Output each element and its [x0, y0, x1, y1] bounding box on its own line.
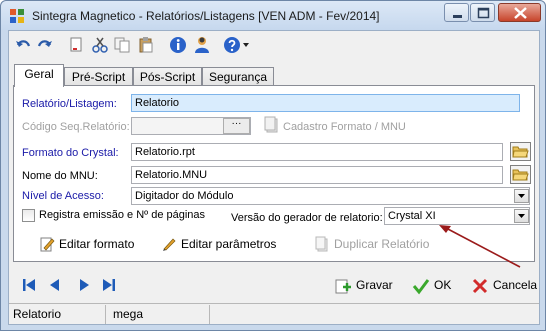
maximize-icon	[477, 7, 490, 19]
mnu-label: Nome do MNU:	[22, 170, 98, 182]
toolbar	[9, 31, 539, 59]
nivel-select[interactable]: Digitador do Módulo	[131, 187, 530, 205]
ok-label: OK	[434, 278, 452, 292]
mnu-input[interactable]: Relatorio.MNU	[131, 166, 503, 184]
close-button[interactable]	[498, 3, 541, 22]
tab-pos-script[interactable]: Pós-Script	[133, 67, 202, 86]
title-bar[interactable]: Sintegra Magnetico - Relatórios/Listagen…	[1, 1, 545, 30]
tab-geral-label: Geral	[24, 67, 54, 81]
gravar-button[interactable]: Gravar	[334, 274, 394, 296]
cadastro-formato-link: Cadastro Formato / MNU	[283, 121, 406, 133]
nivel-dropdown-button[interactable]	[514, 189, 529, 203]
tab-pos-script-label: Pós-Script	[139, 70, 196, 84]
duplicar-relatorio-label: Duplicar Relatório	[334, 237, 430, 251]
window-title: Sintegra Magnetico - Relatórios/Listagen…	[32, 9, 380, 23]
app-window: Sintegra Magnetico - Relatórios/Listagen…	[0, 0, 546, 331]
copy-icon[interactable]	[113, 36, 131, 54]
tab-geral[interactable]: Geral	[14, 64, 64, 87]
folder-icon	[512, 146, 529, 158]
editar-formato-button[interactable]: Editar formato	[39, 236, 139, 254]
cadastro-document-icon	[264, 116, 278, 133]
paste-icon[interactable]	[137, 36, 155, 54]
user-icon[interactable]	[193, 36, 211, 54]
tab-seguranca[interactable]: Segurança	[202, 67, 274, 86]
status-bar: Relatorio mega	[9, 303, 539, 324]
previous-record-icon[interactable]	[47, 277, 63, 293]
versao-select-value: Crystal XI	[388, 210, 436, 222]
cancela-button[interactable]: Cancela	[471, 274, 537, 296]
status-report-name: Relatorio	[13, 307, 62, 321]
dropdown-arrow-icon[interactable]	[241, 36, 251, 54]
status-divider	[209, 305, 210, 324]
tab-pre-script[interactable]: Pré-Script	[64, 67, 133, 86]
edit-document-icon	[40, 237, 55, 252]
app-icon	[10, 9, 24, 23]
duplicar-relatorio-button[interactable]: Duplicar Relatório	[314, 236, 429, 254]
cancela-label: Cancela	[493, 278, 538, 292]
nivel-select-value: Digitador do Módulo	[135, 190, 234, 202]
checkmark-icon	[412, 279, 430, 295]
relatorio-input[interactable]: Relatorio	[131, 94, 520, 112]
chevron-down-icon	[518, 194, 525, 198]
nivel-label: Nível de Acesso:	[22, 190, 104, 202]
status-user: mega	[113, 307, 144, 321]
editar-parametros-button[interactable]: Editar parâmetros	[161, 236, 276, 254]
editar-formato-label: Editar formato	[59, 237, 135, 251]
annotation-arrow-icon	[439, 225, 521, 268]
tab-seguranca-label: Segurança	[208, 70, 268, 84]
first-record-icon[interactable]	[21, 277, 37, 293]
formato-label: Formato do Crystal:	[22, 147, 119, 159]
cancel-x-icon	[472, 278, 488, 294]
last-record-icon[interactable]	[101, 277, 117, 293]
cut-icon[interactable]	[91, 36, 109, 54]
status-divider	[105, 305, 106, 324]
pencil-icon	[163, 238, 176, 251]
client-area: Geral Pré-Script Pós-Script Segurança Re…	[8, 30, 540, 325]
geral-panel: Relatório/Listagem: Relatorio Código Seq…	[13, 85, 535, 268]
chevron-down-icon	[518, 214, 525, 218]
ok-button[interactable]: OK	[412, 274, 457, 296]
minimize-icon	[453, 15, 462, 18]
editar-parametros-label: Editar parâmetros	[181, 237, 277, 251]
new-document-icon[interactable]	[67, 36, 85, 54]
next-record-icon[interactable]	[76, 277, 92, 293]
folder-icon	[512, 169, 529, 181]
redo-icon[interactable]	[36, 36, 54, 54]
gravar-label: Gravar	[356, 278, 393, 292]
undo-icon[interactable]	[14, 36, 32, 54]
formato-input[interactable]: Relatorio.rpt	[131, 143, 503, 161]
codigo-label: Código Seq.Relatório:	[22, 121, 130, 133]
duplicate-icon	[315, 236, 328, 252]
versao-dropdown-button[interactable]	[514, 209, 529, 223]
info-icon[interactable]	[169, 36, 187, 54]
formato-browse-button[interactable]	[510, 142, 531, 161]
maximize-button[interactable]	[470, 3, 495, 22]
mnu-browse-button[interactable]	[510, 165, 531, 184]
versao-label: Versão do gerador de relatorio:	[231, 212, 383, 224]
relatorio-label: Relatório/Listagem:	[22, 98, 117, 110]
registra-label: Registra emissão e Nº de páginas	[39, 209, 206, 221]
help-icon[interactable]	[223, 36, 241, 54]
registra-checkbox[interactable]	[22, 209, 35, 222]
save-icon	[335, 279, 351, 294]
tab-pre-script-label: Pré-Script	[71, 70, 126, 84]
minimize-button[interactable]	[444, 3, 469, 22]
close-icon	[514, 7, 527, 19]
codigo-lookup-button[interactable]: ···	[223, 118, 250, 134]
